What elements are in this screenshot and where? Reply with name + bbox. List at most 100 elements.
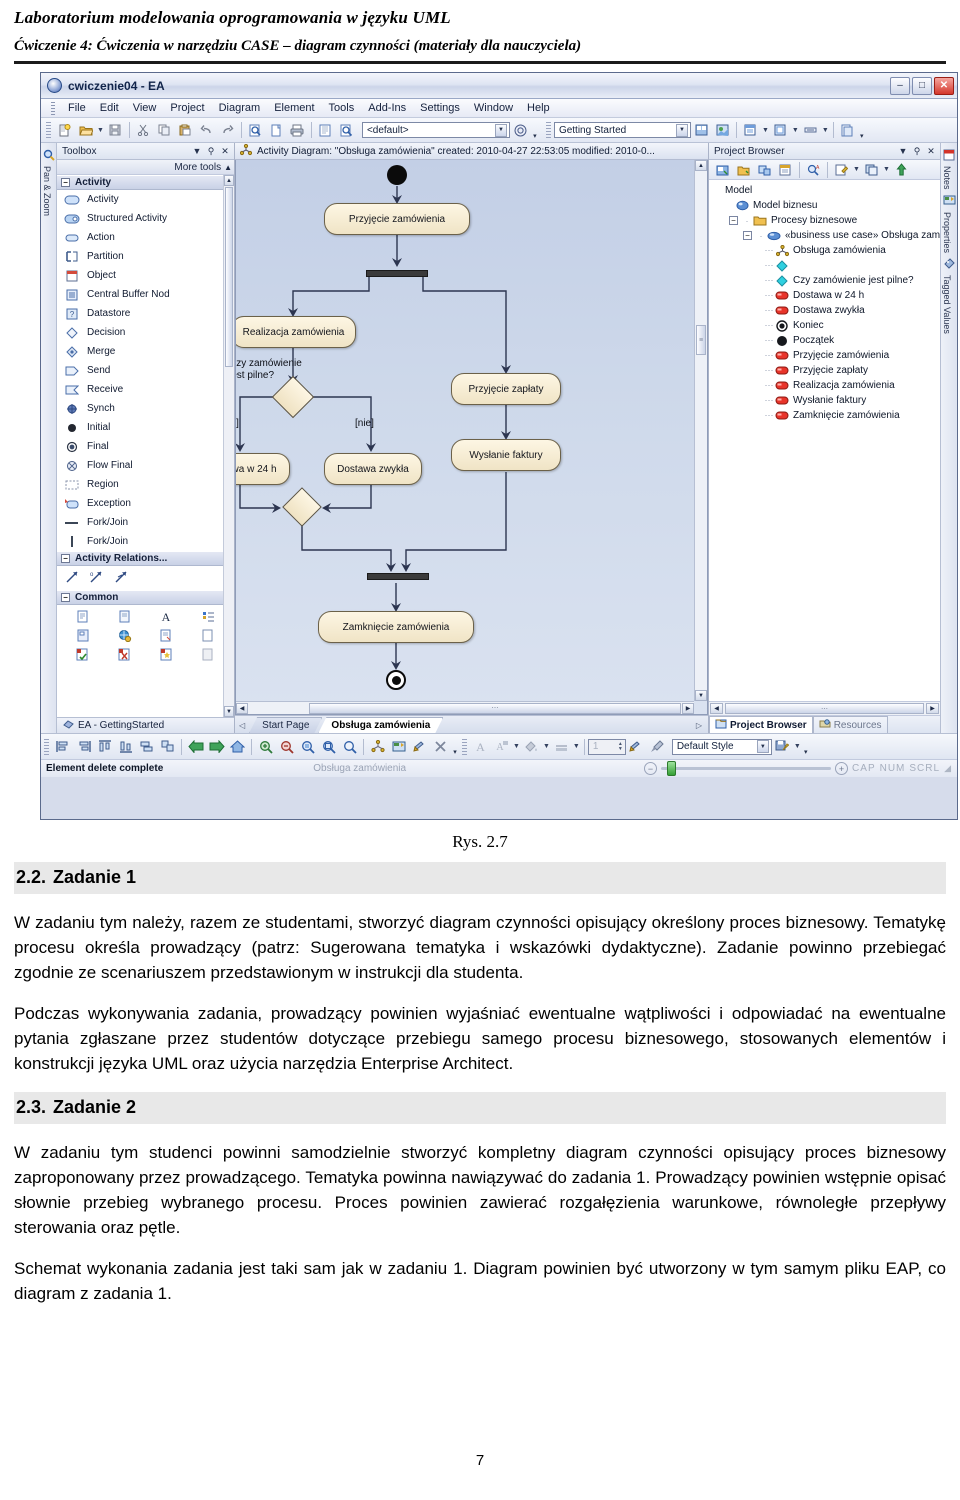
notes-view-chevron-down-icon[interactable]: ▼ bbox=[822, 127, 829, 134]
project-browser-pin-icon[interactable]: ⚲ bbox=[911, 145, 923, 157]
note-icon[interactable] bbox=[63, 608, 103, 625]
bottom-toolbar-overflow-icon[interactable]: ▾ bbox=[451, 737, 459, 756]
more-tools-chevron-up-icon[interactable]: ▲ bbox=[224, 163, 232, 172]
package-view-chevron-down-icon[interactable]: ▼ bbox=[762, 127, 769, 134]
line-color-chevron-down-icon[interactable]: ▼ bbox=[573, 743, 580, 750]
zoom-in-button[interactable]: + bbox=[835, 762, 849, 775]
resize-grip-icon[interactable]: ◢ bbox=[944, 763, 951, 774]
align-right-icon[interactable] bbox=[74, 737, 93, 756]
project-browser-tree[interactable]: Model Model biznesu − · Procesy biznesow… bbox=[709, 180, 940, 701]
default-style-chevron-down-icon[interactable]: ▼ bbox=[756, 740, 769, 753]
tab-scroll-left-icon[interactable]: ◁ bbox=[239, 721, 249, 733]
font-color-chevron-down-icon[interactable]: ▼ bbox=[513, 743, 520, 750]
new-element-icon[interactable] bbox=[776, 160, 795, 179]
search-project-icon[interactable] bbox=[337, 121, 356, 140]
tree-node-wyslanie-faktury[interactable]: ⋯ Wysłanie faktury bbox=[713, 393, 940, 408]
diagram-node-przyjecie-zaplaty[interactable]: Przyjęcie zapłaty bbox=[451, 373, 561, 405]
align-top-icon[interactable] bbox=[95, 737, 114, 756]
find-in-project-icon[interactable]: A bbox=[804, 160, 823, 179]
print-preview-icon[interactable] bbox=[246, 121, 265, 140]
diagram-final-node[interactable] bbox=[386, 670, 406, 690]
zoom-to-fit-icon[interactable] bbox=[319, 737, 338, 756]
help-icon[interactable] bbox=[511, 121, 530, 140]
checked-doc-icon[interactable] bbox=[63, 646, 103, 663]
toolbox-scroll-up-icon[interactable]: ▲ bbox=[224, 175, 234, 186]
tree-node-model[interactable]: Model bbox=[713, 183, 940, 198]
default-style-combo[interactable]: Default Style ▼ bbox=[671, 738, 772, 755]
collapse-minus-icon[interactable]: − bbox=[61, 178, 70, 187]
canvas-scroll-down-icon[interactable]: ▼ bbox=[695, 690, 707, 701]
new-diagram-icon[interactable] bbox=[692, 121, 711, 140]
collapse-minus-icon[interactable]: − bbox=[61, 593, 70, 602]
tab-project-browser[interactable]: Project Browser bbox=[709, 716, 813, 733]
copy-icon[interactable] bbox=[155, 121, 174, 140]
toolbox-item-object[interactable]: Object bbox=[57, 266, 234, 285]
back-icon[interactable] bbox=[186, 737, 205, 756]
zoom-to-selection-icon[interactable] bbox=[298, 737, 317, 756]
diagram-initial-node[interactable] bbox=[387, 165, 407, 185]
perspective-toolbar-overflow-icon[interactable]: ▾ bbox=[858, 121, 866, 140]
diagram-ref-icon[interactable] bbox=[63, 627, 103, 644]
document-artifact-icon[interactable] bbox=[147, 627, 187, 644]
new-project-icon[interactable] bbox=[55, 121, 74, 140]
toolbox-scrollbar[interactable]: ▲ ▼ bbox=[223, 175, 234, 717]
tree-node-obsluga-zamowienia-diagram[interactable]: ⋯ Obsługa zamówienia bbox=[713, 243, 940, 258]
toolbox-item-action[interactable]: Action bbox=[57, 228, 234, 247]
tree-expander-minus-icon[interactable]: − bbox=[743, 231, 752, 240]
style-combo[interactable]: <default> ▼ bbox=[361, 122, 510, 138]
menu-project[interactable]: Project bbox=[163, 101, 211, 115]
diagram-canvas[interactable]: Przyjęcie zamówienia Realizacja zamówien… bbox=[235, 160, 708, 715]
control-flow-icon[interactable] bbox=[65, 569, 80, 587]
diagram-decision-node[interactable] bbox=[271, 375, 315, 419]
diagram-node-dostawa-zwykla[interactable]: Dostawa zwykła bbox=[324, 453, 422, 485]
new-diagram-icon[interactable] bbox=[755, 160, 774, 179]
style-combo-chevron-down-icon[interactable]: ▼ bbox=[494, 123, 507, 137]
tree-node-procesy-biznesowe[interactable]: − · Procesy biznesowe bbox=[713, 213, 940, 228]
toolbox-group-activity-relations[interactable]: − Activity Relations... bbox=[57, 551, 234, 566]
web-link-icon[interactable] bbox=[105, 627, 145, 644]
copy-chevron-down-icon[interactable]: ▼ bbox=[883, 166, 890, 173]
tree-node-dostawa-w-24-h[interactable]: ⋯ Dostawa w 24 h bbox=[713, 288, 940, 303]
open-diagram-icon[interactable] bbox=[713, 121, 732, 140]
same-height-icon[interactable] bbox=[158, 737, 177, 756]
element-view-chevron-down-icon[interactable]: ▼ bbox=[792, 127, 799, 134]
constraint-icon[interactable] bbox=[105, 608, 145, 625]
same-width-icon[interactable] bbox=[137, 737, 156, 756]
minimize-button[interactable]: – bbox=[890, 76, 910, 95]
tree-node-czy-zamowienie-jest-pilne[interactable]: ⋯ Czy zamówienie jest pilne? bbox=[713, 273, 940, 288]
toolbox-menu-chevron-down-icon[interactable]: ▼ bbox=[191, 145, 203, 157]
toolbox-item-structured-activity[interactable]: Structured Activity bbox=[57, 209, 234, 228]
tree-node-zamkniecie-zamowienia[interactable]: ⋯ Zamknięcie zamówienia bbox=[713, 408, 940, 423]
menu-element[interactable]: Element bbox=[267, 101, 321, 115]
properties-chevron-down-icon[interactable]: ▼ bbox=[853, 166, 860, 173]
diagram-node-wyslanie-faktury[interactable]: Wysłanie faktury bbox=[451, 439, 561, 471]
new-package-icon[interactable] bbox=[734, 160, 753, 179]
canvas-hscroll-thumb[interactable]: ⋯ bbox=[309, 702, 681, 714]
object-flow-icon[interactable]: o bbox=[89, 569, 105, 587]
diagram-fork-bar[interactable] bbox=[366, 270, 428, 277]
menu-tools[interactable]: Tools bbox=[322, 101, 362, 115]
perspective-toolbar-grip[interactable] bbox=[545, 122, 551, 138]
move-up-icon[interactable] bbox=[892, 160, 911, 179]
project-browser-close-icon[interactable]: ✕ bbox=[925, 145, 937, 157]
element-view-icon[interactable] bbox=[771, 121, 790, 140]
new-view-icon[interactable] bbox=[713, 160, 732, 179]
menu-grip-handle[interactable] bbox=[51, 101, 55, 115]
tab-resources[interactable]: Resources bbox=[812, 716, 888, 733]
zoom-thumb[interactable] bbox=[667, 761, 677, 776]
properties-edit-icon[interactable] bbox=[832, 160, 851, 179]
zoom-out-button[interactable]: − bbox=[644, 762, 658, 775]
format-painter-icon[interactable] bbox=[410, 737, 429, 756]
save-style-chevron-down-icon[interactable]: ▼ bbox=[794, 743, 801, 750]
eyedropper-icon[interactable] bbox=[648, 737, 667, 756]
toolbox-item-send[interactable]: Send bbox=[57, 361, 234, 380]
line-color-icon[interactable] bbox=[552, 737, 571, 756]
toolbox-item-partition[interactable]: Partition bbox=[57, 247, 234, 266]
diagram-node-przyjecie-zamowienia[interactable]: Przyjęcie zamówienia bbox=[324, 203, 470, 235]
pb-hscroll-thumb[interactable]: ⋯ bbox=[725, 703, 924, 714]
toolbox-scroll-thumb[interactable] bbox=[225, 187, 233, 367]
toolbox-item-final[interactable]: Final bbox=[57, 437, 234, 456]
align-bottom-icon[interactable] bbox=[116, 737, 135, 756]
toolbox-item-fork-join-vertical[interactable]: Fork/Join bbox=[57, 532, 234, 551]
toolbox-more-tools-bar[interactable]: More tools ▲ bbox=[57, 160, 234, 175]
